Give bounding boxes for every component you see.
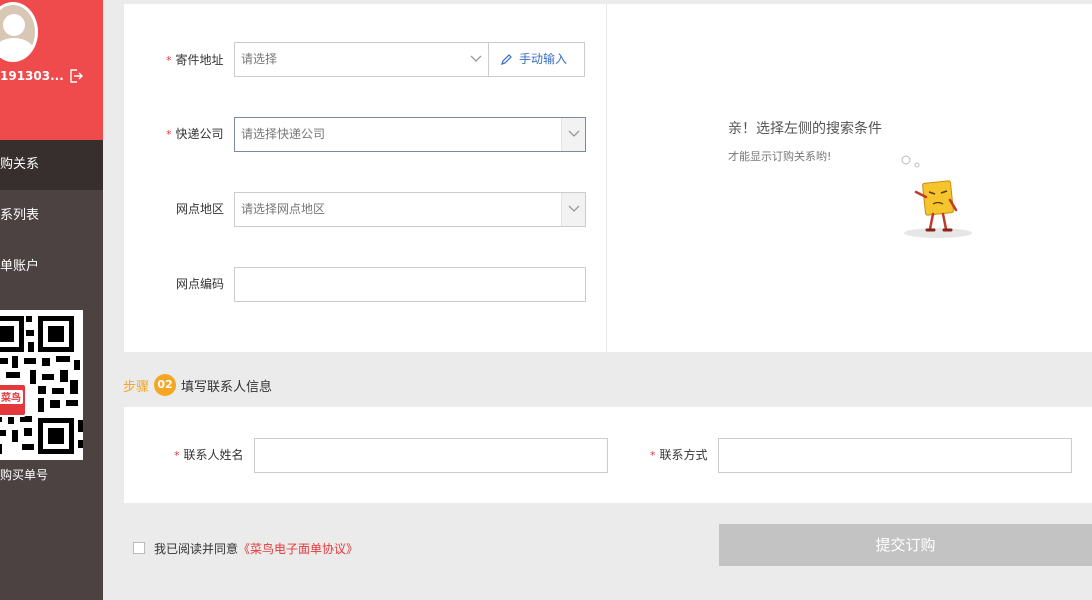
sidebar-header: 191303... [0, 0, 103, 140]
agree-checkbox[interactable] [133, 542, 145, 554]
contact-name-label: * 联系人姓名 [174, 448, 244, 462]
contact-name-input[interactable] [254, 438, 608, 473]
sidebar-item-account[interactable]: 单账户 [0, 242, 103, 292]
outlet-area-select[interactable]: 请选择网点地区 [234, 192, 586, 227]
card-divider [606, 4, 607, 352]
contact-phone-input[interactable] [718, 438, 1072, 473]
chevron-down-icon [464, 43, 488, 76]
submit-order-button[interactable]: 提交订购 [719, 524, 1092, 566]
step-word: 步骤 [123, 380, 150, 395]
outlet-code-label: 网点编码 [176, 277, 225, 291]
contact-phone-label: * 联系方式 [650, 448, 708, 462]
sidebar-item-relation-list[interactable]: 系列表 [0, 191, 103, 241]
manual-input-button[interactable]: 手动输入 [488, 42, 585, 77]
chevron-down-icon [561, 118, 585, 151]
sender-address-label: * 寄件地址 [166, 53, 224, 67]
courier-label: * 快递公司 [166, 127, 224, 141]
avatar[interactable] [0, 2, 38, 62]
qr-code: 菜鸟 [0, 310, 83, 460]
qr-badge-text: 菜鸟 [0, 391, 21, 404]
chevron-down-icon [561, 193, 585, 226]
user-name: 191303... [0, 69, 64, 83]
logout-icon[interactable] [69, 69, 83, 83]
agreement-link[interactable]: 《菜鸟电子面单协议》 [238, 542, 358, 556]
qr-caption: 购买单号 [0, 468, 49, 482]
required-mark: * [166, 54, 172, 67]
mascot-illustration [901, 155, 972, 238]
outlet-code-input[interactable] [234, 267, 586, 302]
required-mark: * [166, 128, 172, 141]
required-mark: * [650, 449, 656, 462]
step-number-badge: 02 [154, 374, 176, 396]
sidebar-item-subscriptions[interactable]: 购关系 [0, 140, 103, 190]
required-mark: * [174, 449, 180, 462]
sender-address-select[interactable]: 请选择 [234, 42, 489, 77]
pencil-icon [501, 54, 512, 65]
empty-state-subtitle: 才能显示订购关系哟! [728, 150, 832, 163]
outlet-area-label: 网点地区 [176, 202, 225, 216]
empty-state-title: 亲！选择左侧的搜索条件 [728, 121, 882, 137]
courier-select[interactable]: 请选择快递公司 [234, 117, 586, 152]
agree-text: 我已阅读并同意《菜鸟电子面单协议》 [154, 542, 359, 556]
step-title: 填写联系人信息 [181, 380, 273, 395]
sidebar: 191303... 购关系 系列表 单账户 菜鸟 购买单号 [0, 0, 103, 600]
